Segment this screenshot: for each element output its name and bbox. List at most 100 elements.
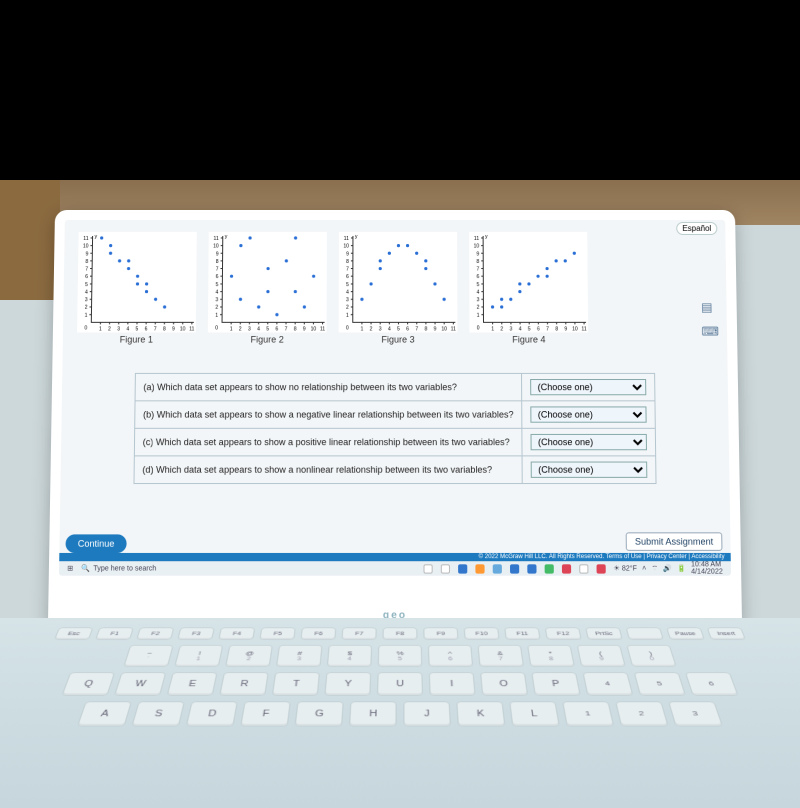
key-l[interactable]: L <box>509 701 560 726</box>
key-f3[interactable]: F3 <box>177 627 215 640</box>
svg-text:5: 5 <box>266 326 269 332</box>
svg-text:5: 5 <box>477 282 480 288</box>
svg-text:5: 5 <box>528 326 531 332</box>
key-r[interactable]: R <box>219 672 269 695</box>
svg-text:11: 11 <box>474 236 479 242</box>
key-f10[interactable]: F10 <box>464 627 500 640</box>
system-tray[interactable]: ☀ 82°F ˄ ⌔ 🔊 🔋 10:48 AM4/14/2022 <box>613 561 723 575</box>
key-5[interactable]: %5 <box>378 645 423 667</box>
excel-icon[interactable] <box>544 564 553 573</box>
question-a-select[interactable]: (Choose one) <box>530 379 646 395</box>
key-y[interactable]: Y <box>324 672 371 695</box>
key-1[interactable]: 1 <box>562 701 614 726</box>
key-s[interactable]: S <box>131 701 185 726</box>
question-b-select[interactable]: (Choose one) <box>531 406 647 422</box>
figure-2-plot: 112233445566778899101011110y <box>208 232 327 332</box>
key-1[interactable]: !1 <box>174 645 223 667</box>
key-o[interactable]: O <box>480 672 528 695</box>
key-esc[interactable]: Esc <box>54 627 94 640</box>
svg-text:10: 10 <box>180 326 186 332</box>
key-t[interactable]: T <box>272 672 320 695</box>
tool-icon-2[interactable]: ⌨ <box>701 324 719 338</box>
key-2[interactable]: @2 <box>225 645 273 667</box>
key-p[interactable]: P <box>531 672 581 695</box>
key-j[interactable]: J <box>403 701 451 726</box>
wifi-icon[interactable]: ⌔ <box>651 564 658 573</box>
tray-chevron-icon[interactable]: ˄ <box>642 565 646 572</box>
key-k[interactable]: K <box>456 701 505 726</box>
taskbar-search[interactable]: 🔍 Type here to search <box>81 564 156 572</box>
explorer-icon[interactable] <box>492 564 501 573</box>
key-d[interactable]: D <box>186 701 238 726</box>
volume-icon[interactable]: 🔊 <box>663 564 672 572</box>
key-9[interactable]: (9 <box>577 645 626 667</box>
firefox-icon[interactable] <box>475 564 484 573</box>
key-u[interactable]: U <box>377 672 423 695</box>
battery-icon[interactable]: 🔋 <box>677 564 686 572</box>
key-f5[interactable]: F5 <box>259 627 296 640</box>
key-pause[interactable]: Pause <box>666 627 705 640</box>
key-f7[interactable]: F7 <box>341 627 376 640</box>
cortana-icon[interactable] <box>423 564 432 573</box>
key-g[interactable]: G <box>295 701 344 726</box>
key-f8[interactable]: F8 <box>383 627 418 640</box>
key-4[interactable]: $4 <box>327 645 372 667</box>
svg-text:0: 0 <box>477 325 480 331</box>
key-w[interactable]: W <box>114 672 166 695</box>
key-f6[interactable]: F6 <box>300 627 336 640</box>
taskview-icon[interactable] <box>440 564 449 573</box>
svg-text:7: 7 <box>285 326 288 332</box>
key-q[interactable]: Q <box>61 672 115 695</box>
svg-text:7: 7 <box>546 326 549 332</box>
key-5[interactable]: 5 <box>634 672 686 695</box>
svg-text:6: 6 <box>216 274 219 280</box>
key-a[interactable]: A <box>77 701 132 726</box>
word-icon[interactable] <box>527 564 536 573</box>
key-h[interactable]: H <box>349 701 397 726</box>
store-icon[interactable] <box>510 564 519 573</box>
app-icon[interactable] <box>579 564 588 573</box>
key-f1[interactable]: F1 <box>95 627 134 640</box>
svg-text:10: 10 <box>83 244 89 250</box>
windows-taskbar[interactable]: ⊞ 🔍 Type here to search ☀ 82°F <box>59 561 731 575</box>
office-icon[interactable] <box>596 564 605 573</box>
key-f2[interactable]: F2 <box>136 627 174 640</box>
question-row-c: (c) Which data set appears to show a pos… <box>134 428 656 456</box>
key-2[interactable]: 2 <box>615 701 669 726</box>
svg-text:9: 9 <box>434 326 437 332</box>
question-c-select[interactable]: (Choose one) <box>531 434 647 450</box>
key-f4[interactable]: F4 <box>218 627 255 640</box>
key-f11[interactable]: F11 <box>504 627 541 640</box>
weather-widget[interactable]: ☀ 82°F <box>613 564 637 572</box>
continue-button[interactable]: Continue <box>65 534 126 553</box>
key-e[interactable]: E <box>167 672 218 695</box>
svg-text:8: 8 <box>555 326 558 332</box>
svg-text:6: 6 <box>275 326 278 332</box>
key-6[interactable]: 6 <box>685 672 739 695</box>
key-3[interactable]: 3 <box>668 701 723 726</box>
svg-text:4: 4 <box>126 326 129 332</box>
key-0[interactable]: )0 <box>626 645 676 667</box>
start-icon[interactable]: ⊞ <box>67 564 73 572</box>
powerpoint-icon[interactable] <box>562 564 571 573</box>
key-[interactable]: ~` <box>123 645 173 667</box>
key-i[interactable]: I <box>429 672 476 695</box>
key-prtsc[interactable]: PrtSc <box>585 627 623 640</box>
taskbar-time[interactable]: 10:48 AM4/14/2022 <box>691 561 723 575</box>
key-6[interactable]: ^6 <box>428 645 473 667</box>
key-insert[interactable]: Insert <box>707 627 747 640</box>
questions-table: (a) Which data set appears to show no re… <box>133 373 657 484</box>
key-f9[interactable]: F9 <box>423 627 458 640</box>
key-7[interactable]: &7 <box>477 645 524 667</box>
edge-icon[interactable] <box>458 564 467 573</box>
submit-assignment-button[interactable]: Submit Assignment <box>626 532 723 551</box>
key-f[interactable]: F <box>240 701 291 726</box>
question-d-select[interactable]: (Choose one) <box>531 462 648 478</box>
key-3[interactable]: #3 <box>276 645 323 667</box>
key-8[interactable]: *8 <box>527 645 575 667</box>
tool-icon-1[interactable]: ▤ <box>701 300 719 314</box>
language-espanol-button[interactable]: Español <box>676 222 717 235</box>
key-blank[interactable] <box>626 627 664 640</box>
key-f12[interactable]: F12 <box>545 627 582 640</box>
key-4[interactable]: 4 <box>582 672 633 695</box>
